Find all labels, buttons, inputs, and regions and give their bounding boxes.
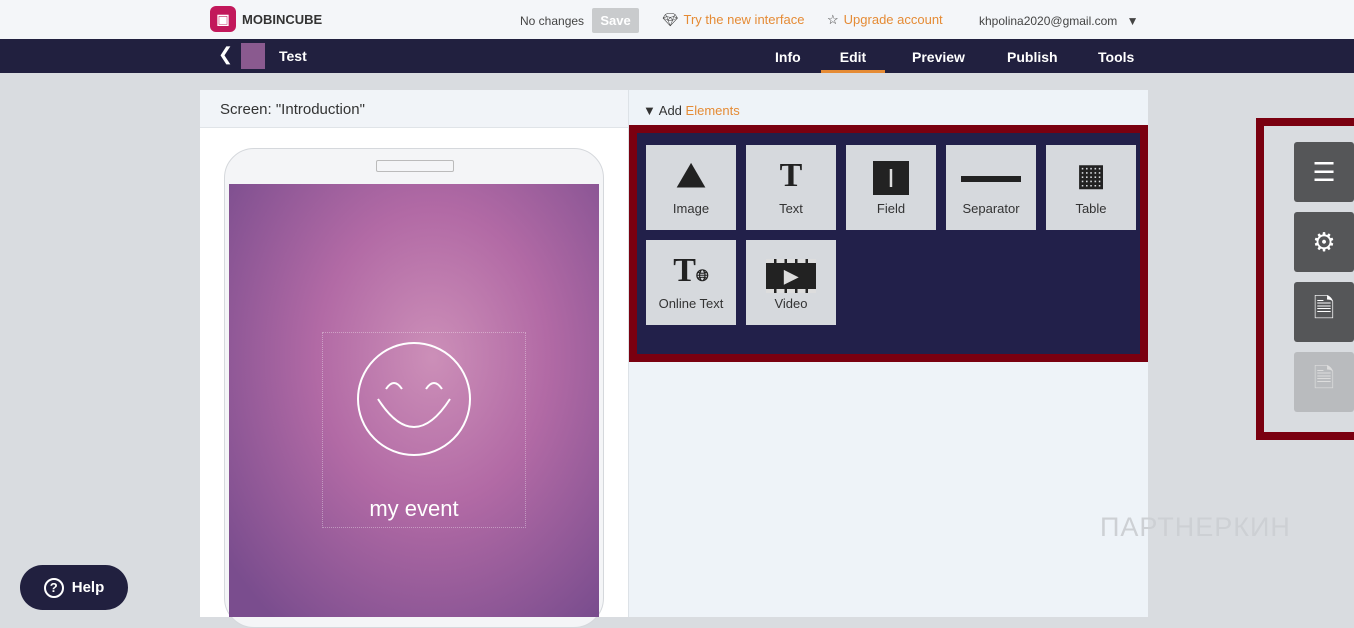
- event-title[interactable]: my event: [229, 496, 599, 522]
- field-icon: I: [846, 157, 936, 195]
- separator-icon: ▬▬▬: [961, 165, 1021, 187]
- save-status: No changes: [520, 14, 585, 28]
- file-settings-icon[interactable]: 🗎︎: [1294, 282, 1354, 342]
- element-table[interactable]: ▦ Table: [1046, 145, 1136, 230]
- smiley-icon: [357, 342, 471, 456]
- tab-publish[interactable]: Publish: [1007, 49, 1058, 65]
- triangle-down-icon: ▼: [643, 103, 656, 118]
- image-icon: ⛰: [676, 157, 706, 195]
- save-button[interactable]: Save: [592, 8, 639, 33]
- diamond-icon: 💎︎: [662, 12, 679, 27]
- tile-label: Separator: [962, 201, 1020, 216]
- account-email: khpolina2020@gmail.com: [979, 14, 1118, 28]
- tile-label: Field: [876, 201, 906, 216]
- chevron-down-icon: ▼: [1126, 14, 1139, 28]
- account-menu[interactable]: khpolina2020@gmail.com ▼: [979, 14, 1139, 28]
- tile-label: Image: [672, 201, 710, 216]
- list-icon[interactable]: ☰: [1294, 142, 1354, 202]
- gears-icon[interactable]: ⚙: [1294, 212, 1354, 272]
- upgrade-label: Upgrade account: [843, 12, 943, 27]
- tile-label: Online Text: [658, 296, 724, 311]
- tile-label: Table: [1075, 201, 1107, 216]
- element-online-text[interactable]: T🌐︎ Online Text: [646, 240, 736, 325]
- elements-label: Elements: [685, 103, 740, 118]
- tab-edit[interactable]: Edit: [821, 49, 885, 73]
- watermark: ПАРТНЕРКИН: [1100, 512, 1291, 542]
- online-text-icon: T🌐︎: [673, 252, 709, 289]
- element-video[interactable]: ▶ Video: [746, 240, 836, 325]
- help-button[interactable]: ? Help: [20, 565, 128, 610]
- screen-title: Screen: "Introduction": [220, 101, 365, 118]
- top-bar: ▣ MOBINCUBE No changes Save 💎︎ Try the new…: [0, 0, 1354, 39]
- add-label: Add: [658, 103, 682, 118]
- table-settings-icon[interactable]: 🗎︎: [1294, 352, 1354, 412]
- upgrade-account-link[interactable]: ☆ Upgrade account: [827, 12, 943, 28]
- app-nav: ❮ Test Info Edit Preview Publish Tools: [0, 39, 1354, 73]
- tab-tools[interactable]: Tools: [1098, 49, 1134, 65]
- tile-label: Video: [774, 296, 808, 311]
- add-elements-toggle[interactable]: ▼ Add Elements: [643, 103, 740, 118]
- brand-logo[interactable]: ▣ MOBINCUBE: [210, 6, 322, 32]
- screen-header: Screen: "Introduction": [200, 90, 628, 128]
- tab-info[interactable]: Info: [775, 49, 801, 65]
- brand-name: MOBINCUBE: [242, 11, 323, 27]
- app-title: Test: [279, 48, 307, 64]
- help-label: Help: [71, 579, 105, 596]
- element-field[interactable]: I Field: [846, 145, 936, 230]
- app-thumbnail: [241, 43, 265, 69]
- grid-icon: ▦: [1076, 159, 1106, 192]
- phone-speaker: [376, 160, 454, 172]
- tab-preview[interactable]: Preview: [912, 49, 965, 65]
- try-label: Try the new interface: [683, 12, 805, 27]
- phone-screen[interactable]: my event: [229, 184, 599, 617]
- back-icon[interactable]: ❮: [218, 44, 233, 65]
- element-separator[interactable]: ▬▬▬ Separator: [946, 145, 1036, 230]
- star-icon: ☆: [827, 12, 839, 27]
- logo-icon: ▣: [210, 6, 236, 32]
- text-icon: T: [779, 157, 803, 194]
- tile-label: Text: [779, 201, 803, 216]
- try-new-interface-link[interactable]: 💎︎ Try the new interface: [662, 12, 804, 28]
- video-icon: ▶: [746, 252, 836, 293]
- element-text[interactable]: T Text: [746, 145, 836, 230]
- question-icon: ?: [43, 577, 64, 598]
- element-image[interactable]: ⛰ Image: [646, 145, 736, 230]
